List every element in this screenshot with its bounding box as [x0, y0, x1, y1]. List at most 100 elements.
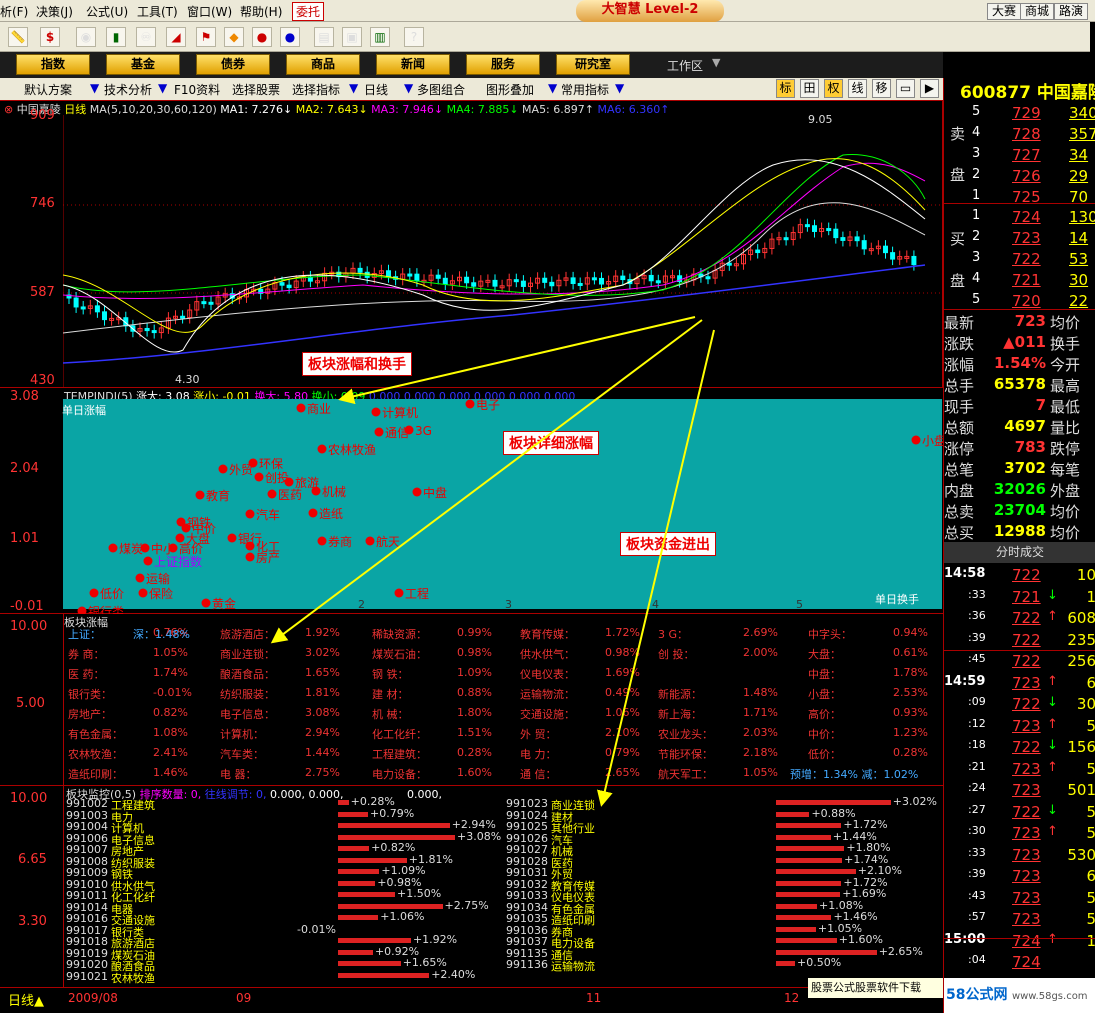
- sector-name: 电子信息：: [220, 708, 275, 721]
- sector-bar: [338, 880, 376, 886]
- sector-name: 外 贸：: [520, 728, 557, 741]
- sector-change: 0.61%: [893, 646, 928, 659]
- sector-point[interactable]: [77, 606, 87, 615]
- sector-point[interactable]: [108, 543, 118, 553]
- tick-price: 722: [1012, 695, 1041, 713]
- sell-price[interactable]: 726: [1012, 167, 1041, 185]
- sector-point-label: 航天: [376, 534, 400, 549]
- sector-point-label: 中小: [151, 541, 175, 556]
- sector-point[interactable]: [317, 444, 327, 454]
- sell-price[interactable]: 727: [1012, 146, 1041, 164]
- stat-label: 均价: [1050, 524, 1081, 542]
- tick-volume: 1: [1086, 587, 1095, 606]
- sector-point[interactable]: [284, 477, 294, 487]
- sector-point[interactable]: [218, 464, 228, 474]
- y-tick: 10.00: [10, 619, 48, 634]
- stat-value: 4697: [1004, 417, 1046, 435]
- sector-point[interactable]: [135, 573, 145, 583]
- sector-point[interactable]: [89, 588, 99, 598]
- sector-point[interactable]: [911, 435, 921, 445]
- tick-volume: 6: [1086, 673, 1095, 692]
- sector-point[interactable]: [245, 541, 255, 551]
- tick-direction-icon: ↑: [1047, 824, 1058, 839]
- tick-volume: 235: [1067, 630, 1095, 649]
- sector-bar: [338, 938, 411, 943]
- sector-point[interactable]: [143, 556, 153, 566]
- sector-point[interactable]: [138, 588, 148, 598]
- sector-name: 房地产：: [68, 708, 112, 721]
- buy-price[interactable]: 724: [1012, 208, 1041, 226]
- monitor-values: 0.000, 0.000,: [269, 788, 344, 801]
- buy-price[interactable]: 721: [1012, 271, 1041, 289]
- sector-bar: [776, 869, 856, 874]
- sector-change: 0.94%: [893, 626, 928, 639]
- sector-change: 2.41%: [153, 746, 188, 759]
- stat-label: 总买: [944, 524, 975, 542]
- sector-bar-value: +0.50%: [797, 956, 842, 969]
- sector-point[interactable]: [404, 425, 414, 435]
- sector-bar: [776, 926, 816, 932]
- sector-name: 教育传媒：: [520, 628, 575, 641]
- buy-price[interactable]: 723: [1012, 229, 1041, 247]
- shenzhen-change: 深：1.48%: [133, 628, 190, 641]
- sector-point[interactable]: [412, 487, 422, 497]
- sector-point[interactable]: [267, 489, 277, 499]
- sector-bar: [338, 811, 369, 817]
- tick-price: 722: [1012, 652, 1041, 670]
- sector-point[interactable]: [374, 427, 384, 437]
- sector-change: 1.06%: [605, 706, 640, 719]
- quote-panel: 600877 中国嘉陵 5729340472835737273427262917…: [943, 78, 1095, 1013]
- sector-bar-value: +2.40%: [431, 967, 476, 981]
- sector-point[interactable]: [296, 403, 306, 413]
- sector-change: 2.75%: [305, 766, 340, 779]
- sell-price[interactable]: 728: [1012, 125, 1041, 143]
- sector-point-label: 上证指数: [154, 554, 202, 569]
- sector-point[interactable]: [394, 588, 404, 598]
- sector-point[interactable]: [254, 472, 264, 482]
- sector-point[interactable]: [308, 508, 318, 518]
- roadshow-button[interactable]: 路演: [1054, 3, 1089, 20]
- tick-time: :39: [968, 630, 986, 644]
- sector-point-label: 银行类: [88, 605, 124, 614]
- sector-point[interactable]: [201, 598, 211, 608]
- download-link[interactable]: 股票公式股票软件下载: [808, 978, 943, 998]
- tick-volume: 5: [1086, 888, 1095, 907]
- y-tick: 3.30: [18, 914, 47, 929]
- sell-level: 5: [972, 104, 981, 119]
- contest-button[interactable]: 大赛: [987, 3, 1022, 20]
- sector-name: 汽车类：: [220, 748, 264, 761]
- sector-name: 有色金属：: [68, 728, 123, 741]
- date-tick: 12: [784, 991, 800, 1005]
- sector-name: 计算机：: [220, 728, 264, 741]
- sector-point[interactable]: [371, 407, 381, 417]
- sector-point[interactable]: [195, 490, 205, 500]
- sector-point-label: 保险: [149, 586, 173, 601]
- sector-point[interactable]: [245, 552, 255, 562]
- brand-footer: 58公式网 www.58gs.com: [944, 978, 1095, 1013]
- sector-point[interactable]: [227, 533, 237, 543]
- sector-point[interactable]: [465, 399, 475, 409]
- stat-label: 涨幅: [944, 356, 975, 374]
- sell-price[interactable]: 729: [1012, 104, 1041, 122]
- sector-point[interactable]: [317, 536, 327, 546]
- sector-name: 农林牧渔：: [68, 748, 123, 761]
- sector-change: 3.02%: [305, 646, 340, 659]
- sell-volume: 29: [1069, 167, 1089, 185]
- tick-direction-icon: ↑: [1047, 673, 1058, 689]
- sector-change: 0.82%: [153, 706, 188, 719]
- sector-point-label: 环保: [259, 457, 283, 471]
- sector-point[interactable]: [311, 486, 321, 496]
- buy-price[interactable]: 722: [1012, 250, 1041, 268]
- sector-bar: [338, 869, 380, 874]
- buy-volume: 30: [1069, 271, 1089, 289]
- period-indicator[interactable]: 日线▲: [8, 990, 44, 1009]
- sector-point-label: 电子: [476, 398, 500, 412]
- sector-point[interactable]: [245, 509, 255, 519]
- mall-button[interactable]: 商城: [1020, 3, 1055, 20]
- sector-bar-value: +1.92%: [412, 933, 458, 946]
- sector-point[interactable]: [365, 536, 375, 546]
- sector-bar: [338, 915, 379, 920]
- buy-price[interactable]: 720: [1012, 292, 1041, 310]
- sector-name: 通 信：: [520, 768, 557, 781]
- sector-change: 1.72%: [605, 626, 640, 639]
